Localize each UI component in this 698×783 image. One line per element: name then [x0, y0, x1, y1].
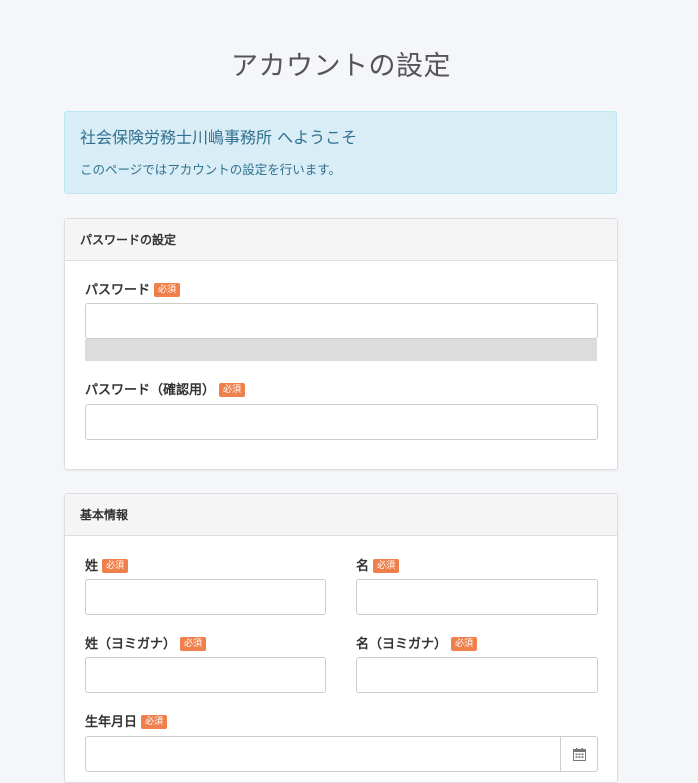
- password-panel-heading: パスワードの設定: [65, 219, 617, 261]
- last-name-kana-label: 姓（ヨミガナ） 必須: [85, 633, 207, 652]
- first-name-input[interactable]: [356, 579, 598, 615]
- alert-title: 社会保険労務士川嶋事務所 へようこそ: [80, 128, 358, 147]
- password-panel: パスワードの設定 パスワード 必須 パスワード（確認用） 必須: [64, 218, 618, 470]
- password-confirm-label-text: パスワード（確認用）: [85, 383, 216, 398]
- last-name-label-text: 姓: [85, 559, 99, 574]
- password-label-text: パスワード: [85, 283, 151, 298]
- required-badge: 必須: [154, 283, 181, 297]
- required-badge: 必須: [373, 559, 400, 573]
- last-name-input[interactable]: [85, 579, 326, 615]
- first-name-label-text: 名: [356, 559, 370, 574]
- password-confirm-input[interactable]: [85, 404, 598, 440]
- password-confirm-label: パスワード（確認用） 必須: [85, 379, 246, 398]
- required-badge: 必須: [180, 637, 207, 651]
- calendar-icon: [572, 747, 586, 761]
- first-name-kana-label-text: 名（ヨミガナ）: [356, 637, 448, 652]
- page-title: アカウントの設定: [231, 51, 451, 82]
- birthdate-label: 生年月日 必須: [85, 711, 168, 730]
- first-name-kana-input[interactable]: [356, 657, 598, 693]
- basic-info-panel: 基本情報 姓必須 名必須 姓（ヨミガナ） 必須 名（ヨミガナ） 必須 生年月日 必須: [64, 493, 618, 783]
- welcome-alert: 社会保険労務士川嶋事務所 へようこそ このページではアカウントの設定を行います。: [64, 111, 617, 194]
- first-name-kana-label: 名（ヨミガナ） 必須: [356, 633, 478, 652]
- birthdate-input[interactable]: [85, 736, 561, 772]
- password-label: パスワード 必須: [85, 279, 181, 298]
- required-badge: 必須: [451, 637, 478, 651]
- calendar-button[interactable]: [560, 736, 598, 772]
- last-name-kana-label-text: 姓（ヨミガナ）: [85, 637, 177, 652]
- basic-info-panel-heading: 基本情報: [65, 494, 617, 536]
- alert-text: このページではアカウントの設定を行います。: [80, 162, 342, 177]
- last-name-kana-input[interactable]: [85, 657, 326, 693]
- password-input[interactable]: [85, 303, 598, 339]
- last-name-label: 姓必須: [85, 555, 129, 574]
- required-badge: 必須: [219, 383, 246, 397]
- birthdate-label-text: 生年月日: [85, 715, 138, 730]
- required-badge: 必須: [141, 715, 168, 729]
- first-name-label: 名必須: [356, 555, 400, 574]
- required-badge: 必須: [102, 559, 129, 573]
- password-strength-bar: [85, 339, 597, 361]
